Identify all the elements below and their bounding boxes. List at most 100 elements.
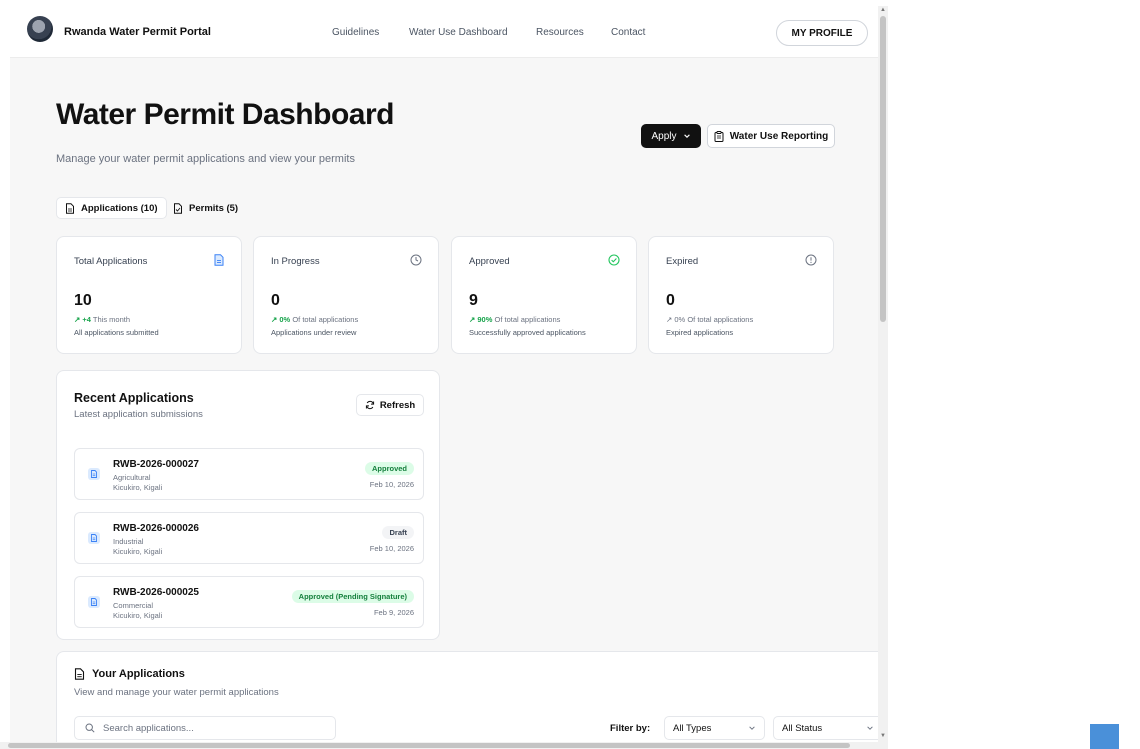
stat-value: 10: [74, 292, 92, 309]
my-profile-button[interactable]: MY PROFILE: [776, 20, 868, 46]
document-icon: [74, 668, 85, 680]
document-icon: [88, 468, 100, 480]
horizontal-scrollbar[interactable]: [0, 742, 888, 749]
list-item[interactable]: RWB-2026-000027 Agricultural Kicukiro, K…: [74, 448, 424, 500]
stat-trend-text: Of total applications: [494, 315, 561, 324]
stat-description: All applications submitted: [74, 328, 159, 337]
stat-label: In Progress: [271, 256, 320, 267]
stat-trend-value: 90%: [477, 315, 493, 324]
stat-trend-text: This month: [92, 315, 131, 324]
page-subtitle: Manage your water permit applications an…: [56, 153, 355, 165]
application-id: RWB-2026-000025: [113, 587, 199, 598]
stat-value: 9: [469, 292, 478, 309]
application-location: Kicukiro, Kigali: [113, 483, 163, 492]
tab-applications[interactable]: Applications (10): [56, 197, 167, 219]
search-icon: [85, 723, 95, 733]
status-badge: Draft: [382, 526, 414, 539]
nav-guidelines[interactable]: Guidelines: [332, 27, 379, 38]
stat-trend: ↗ +4 This month: [74, 315, 130, 324]
floating-widget[interactable]: [1090, 724, 1119, 749]
your-applications-title-text: Your Applications: [92, 668, 185, 680]
stat-label: Expired: [666, 256, 699, 267]
status-badge: Approved: [364, 462, 414, 475]
clock-icon: [410, 254, 422, 266]
vertical-scrollbar[interactable]: ▲ ▼: [878, 6, 888, 742]
stat-card-in-progress: In Progress 0 ↗ 0% Of total applications…: [253, 236, 439, 354]
application-location: Kicukiro, Kigali: [113, 547, 163, 556]
document-icon: [88, 596, 100, 608]
document-icon: [214, 254, 224, 266]
trend-arrow-icon: ↗: [469, 315, 476, 324]
type-filter-select[interactable]: All Types: [664, 716, 765, 740]
stat-description: Expired applications: [666, 328, 734, 337]
portal-logo-icon[interactable]: [27, 16, 53, 42]
status-filter-select[interactable]: All Status: [773, 716, 878, 740]
stat-trend-value: 0%: [279, 315, 291, 324]
vertical-scrollbar-thumb[interactable]: [880, 16, 886, 322]
page-title: Water Permit Dashboard: [56, 98, 394, 131]
refresh-icon: [365, 400, 374, 410]
trend-arrow-icon: ↗: [271, 315, 278, 324]
stat-description: Successfully approved applications: [469, 328, 586, 337]
stat-value: 0: [271, 292, 280, 309]
stat-card-approved: Approved 9 ↗ 90% Of total applications S…: [451, 236, 637, 354]
list-item[interactable]: RWB-2026-000025 Commercial Kicukiro, Kig…: [74, 576, 424, 628]
your-applications-subtitle: View and manage your water permit applic…: [74, 687, 279, 698]
application-type: Agricultural: [113, 473, 151, 482]
stat-trend-text: Of total applications: [292, 315, 359, 324]
application-date: Feb 10, 2026: [369, 480, 414, 489]
stat-card-total-applications: Total Applications 10 ↗ +4 This month Al…: [56, 236, 242, 354]
stat-trend-text: Of total applications: [687, 315, 754, 324]
type-filter-value: All Types: [673, 722, 712, 734]
nav-contact[interactable]: Contact: [611, 27, 645, 38]
list-item[interactable]: RWB-2026-000026 Industrial Kicukiro, Kig…: [74, 512, 424, 564]
nav-resources[interactable]: Resources: [536, 27, 584, 38]
application-location: Kicukiro, Kigali: [113, 611, 163, 620]
tab-permits[interactable]: Permits (5): [165, 197, 246, 219]
stat-trend-value: 0%: [674, 315, 686, 324]
horizontal-scrollbar-thumb[interactable]: [8, 743, 850, 748]
application-date: Feb 9, 2026: [373, 608, 414, 617]
application-type: Industrial: [113, 537, 144, 546]
chevron-down-icon: [867, 726, 873, 730]
water-use-reporting-button[interactable]: Water Use Reporting: [707, 124, 835, 148]
your-applications-section: Your Applications View and manage your w…: [56, 651, 878, 742]
search-box[interactable]: [74, 716, 336, 740]
browser-viewport: Rwanda Water Permit Portal Guidelines Wa…: [0, 0, 1140, 749]
document-icon: [88, 532, 100, 544]
application-id: RWB-2026-000026: [113, 523, 199, 534]
recent-applications-subtitle: Latest application submissions: [74, 409, 203, 420]
stat-trend: ↗ 0% Of total applications: [271, 315, 358, 324]
trend-arrow-icon: ↗: [74, 315, 81, 324]
refresh-label: Refresh: [379, 399, 416, 411]
recent-applications-card: Recent Applications Latest application s…: [56, 370, 440, 640]
clipboard-icon: [714, 130, 724, 142]
apply-label: Apply: [651, 130, 677, 142]
apply-dropdown-button[interactable]: Apply: [641, 124, 701, 148]
scroll-down-arrow-icon[interactable]: ▼: [880, 733, 886, 739]
application-id: RWB-2026-000027: [113, 459, 199, 470]
document-check-icon: [174, 202, 182, 214]
stat-description: Applications under review: [271, 328, 357, 337]
refresh-button[interactable]: Refresh: [356, 394, 424, 416]
recent-applications-title: Recent Applications: [74, 391, 194, 405]
status-filter-value: All Status: [782, 722, 823, 734]
scroll-up-arrow-icon[interactable]: ▲: [880, 7, 886, 13]
filter-label: Filter by:: [610, 723, 651, 734]
stat-label: Approved: [469, 256, 510, 267]
stat-trend-value: +4: [82, 315, 91, 324]
trend-arrow-icon: ↗: [666, 315, 673, 324]
chevron-down-icon: [683, 134, 690, 138]
tab-applications-label: Applications (10): [81, 202, 158, 214]
stat-trend: ↗ 90% Of total applications: [469, 315, 560, 324]
top-navbar: Rwanda Water Permit Portal Guidelines Wa…: [10, 6, 878, 58]
chevron-down-icon: [749, 726, 755, 730]
brand-title[interactable]: Rwanda Water Permit Portal: [64, 26, 211, 38]
status-badge: Approved (Pending Signature): [291, 590, 414, 603]
nav-water-use-dashboard[interactable]: Water Use Dashboard: [409, 27, 508, 38]
alert-circle-icon: [805, 254, 817, 266]
water-use-reporting-label: Water Use Reporting: [729, 130, 829, 142]
search-input[interactable]: [103, 722, 323, 734]
stat-card-expired: Expired 0 ↗ 0% Of total applications Exp…: [648, 236, 834, 354]
document-icon: [66, 202, 74, 214]
